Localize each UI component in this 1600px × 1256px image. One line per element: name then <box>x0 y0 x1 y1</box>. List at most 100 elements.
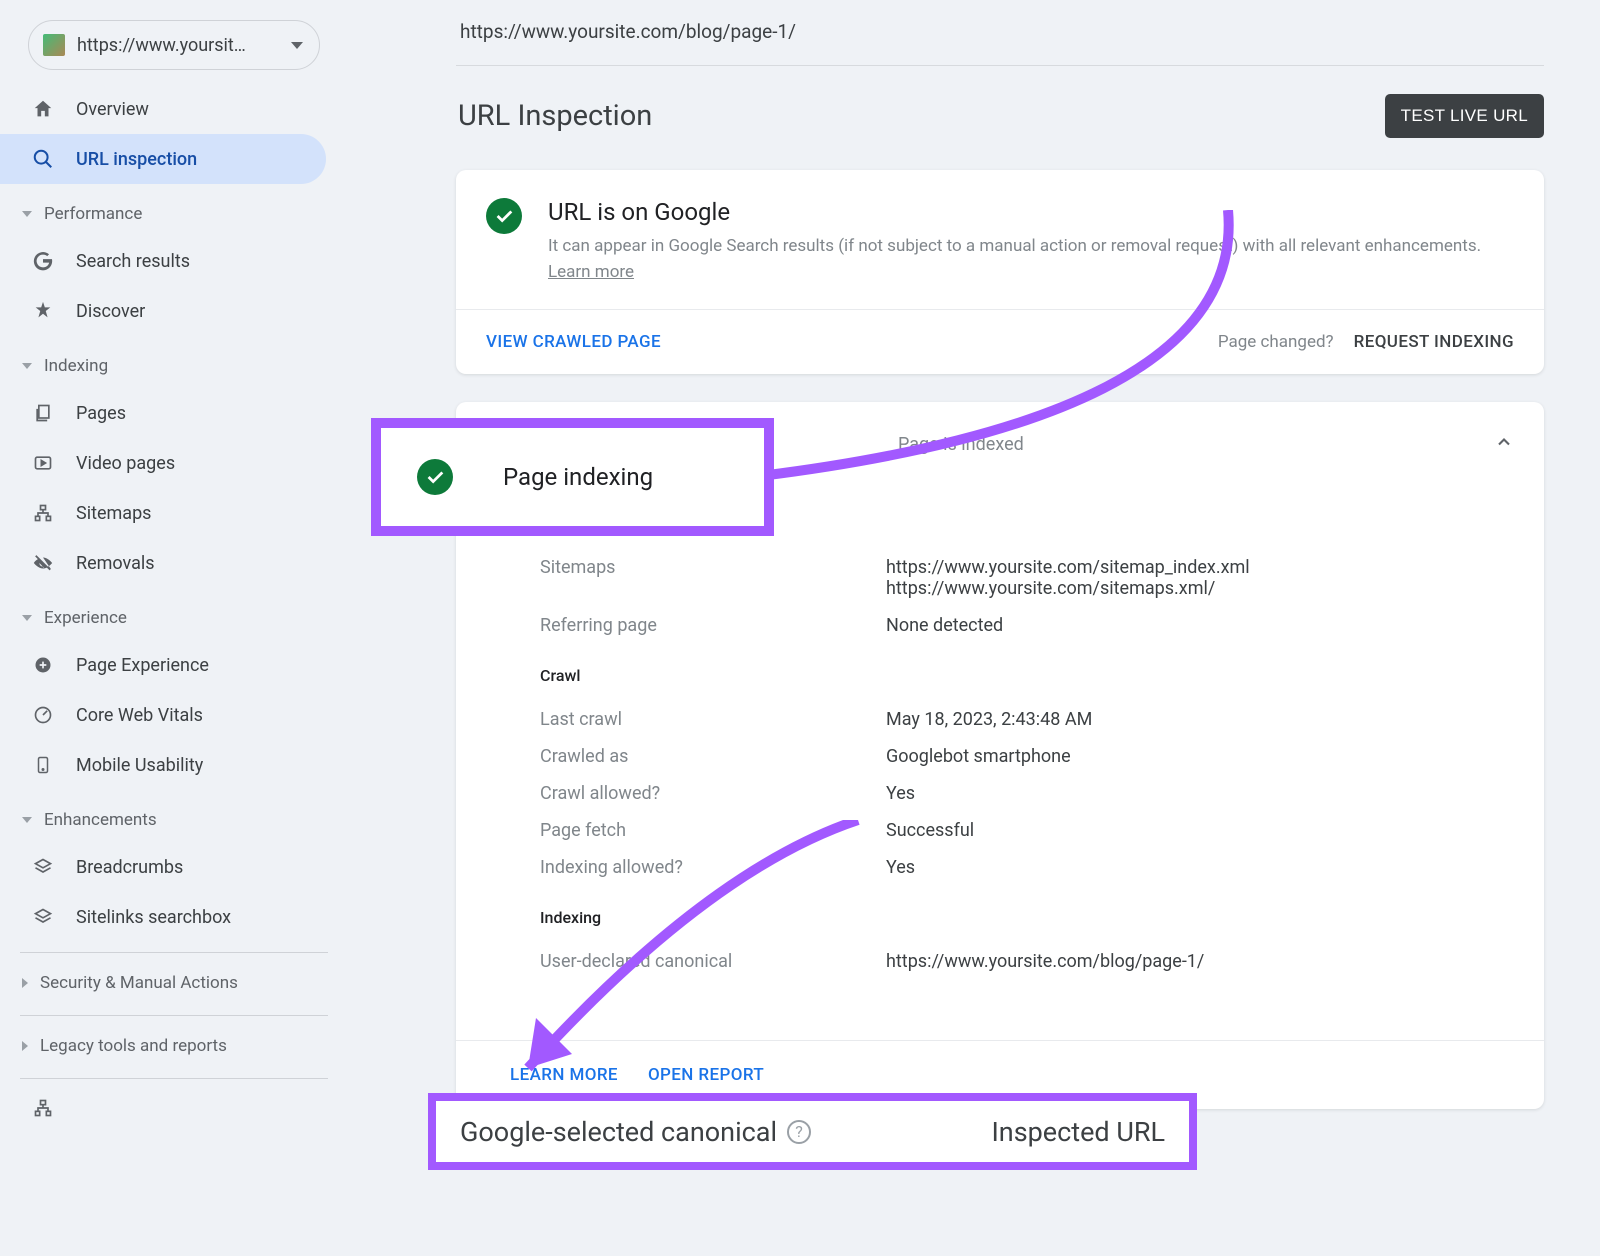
nav-label: URL inspection <box>76 149 197 170</box>
nav-group-enhancements[interactable]: Enhancements <box>0 798 348 842</box>
property-url: https://www.yoursit… <box>77 35 281 56</box>
status-desc: It can appear in Google Search results (… <box>548 234 1514 285</box>
sitemap-icon <box>30 500 56 526</box>
sidebar-item-discover[interactable]: Discover <box>0 286 326 336</box>
speed-icon <box>30 702 56 728</box>
page-fetch-label: Page fetch <box>540 820 886 841</box>
referring-value: None detected <box>886 615 1003 636</box>
check-circle-icon <box>486 198 522 234</box>
status-title: URL is on Google <box>548 198 1514 226</box>
sidebar-item-video-pages[interactable]: Video pages <box>0 438 326 488</box>
search-icon <box>30 146 56 172</box>
nav-group-performance[interactable]: Performance <box>0 192 348 236</box>
divider <box>20 1015 328 1016</box>
nav-label: Breadcrumbs <box>76 857 183 878</box>
crawl-heading: Crawl <box>540 666 1514 685</box>
nav-group-indexing[interactable]: Indexing <box>0 344 348 388</box>
inspected-url[interactable]: https://www.yoursite.com/blog/page-1/ <box>456 14 1544 66</box>
sidebar: https://www.yoursit… Overview URL inspec… <box>0 0 348 1256</box>
sidebar-item-search-results[interactable]: Search results <box>0 236 326 286</box>
open-report-button[interactable]: OPEN REPORT <box>648 1065 764 1085</box>
circle-plus-icon <box>30 652 56 678</box>
link-icon <box>30 1095 56 1121</box>
chevron-right-icon <box>22 978 28 988</box>
referring-label: Referring page <box>540 615 886 636</box>
crawled-as-label: Crawled as <box>540 746 886 767</box>
learn-more-link[interactable]: Learn more <box>548 262 634 282</box>
nav-label: Overview <box>76 99 149 120</box>
divider <box>20 1078 328 1079</box>
sidebar-item-mobile-usability[interactable]: Mobile Usability <box>0 740 326 790</box>
user-canonical-value: https://www.yoursite.com/blog/page-1/ <box>886 951 1204 972</box>
user-canonical-label: User-declared canonical <box>540 951 886 972</box>
nav-label: Video pages <box>76 453 175 474</box>
help-icon: ? <box>787 1120 811 1144</box>
main-content: https://www.yoursite.com/blog/page-1/ UR… <box>348 0 1600 1256</box>
annotation-highlight-content: Google-selected canonical? Inspected URL <box>436 1101 1189 1162</box>
home-icon <box>30 96 56 122</box>
nav-label: Core Web Vitals <box>76 705 203 726</box>
sidebar-item-url-inspection[interactable]: URL inspection <box>0 134 326 184</box>
section-title: Page indexing <box>548 430 698 458</box>
last-crawl-value: May 18, 2023, 2:43:48 AM <box>886 709 1092 730</box>
sidebar-item-page-experience[interactable]: Page Experience <box>0 640 326 690</box>
video-icon <box>30 450 56 476</box>
chevron-down-icon <box>22 363 32 369</box>
nav-label: Removals <box>76 553 155 574</box>
nav-label: Mobile Usability <box>76 755 203 776</box>
crawled-as-value: Googlebot smartphone <box>886 746 1071 767</box>
test-live-url-button[interactable]: TEST LIVE URL <box>1385 94 1544 138</box>
layers-icon <box>30 854 56 880</box>
sidebar-item-core-web-vitals[interactable]: Core Web Vitals <box>0 690 326 740</box>
learn-more-button[interactable]: LEARN MORE <box>510 1065 618 1085</box>
indexing-allowed-label: Indexing allowed? <box>540 857 886 878</box>
nav-group-security[interactable]: Security & Manual Actions <box>0 961 348 1005</box>
page-title: URL Inspection <box>458 99 652 133</box>
nav-label: Sitemaps <box>76 503 151 524</box>
sidebar-item-breadcrumbs[interactable]: Breadcrumbs <box>0 842 326 892</box>
indexing-allowed-value: Yes <box>886 857 915 878</box>
chevron-down-icon <box>22 615 32 621</box>
sidebar-item-pages[interactable]: Pages <box>0 388 326 438</box>
chevron-down-icon <box>291 42 303 49</box>
page-indexing-card: Page indexing Page is indexed Discovery … <box>456 402 1544 1109</box>
crawl-allowed-label: Crawl allowed? <box>540 783 886 804</box>
nav-group-legacy[interactable]: Legacy tools and reports <box>0 1024 348 1068</box>
crawl-allowed-value: Yes <box>886 783 915 804</box>
view-crawled-page-button[interactable]: VIEW CRAWLED PAGE <box>486 332 661 352</box>
divider <box>20 952 328 953</box>
chevron-down-icon <box>22 211 32 217</box>
sidebar-item-sitemaps[interactable]: Sitemaps <box>0 488 326 538</box>
request-indexing-button[interactable]: REQUEST INDEXING <box>1354 332 1514 352</box>
mobile-icon <box>30 752 56 778</box>
star-icon <box>30 298 56 324</box>
sitemaps-value: https://www.yoursite.com/sitemap_index.x… <box>886 557 1250 599</box>
property-selector[interactable]: https://www.yoursit… <box>28 20 320 70</box>
chevron-up-icon <box>1494 432 1514 456</box>
nav-label: Pages <box>76 403 126 424</box>
chevron-right-icon <box>22 1041 28 1051</box>
google-icon <box>30 248 56 274</box>
indexing-heading: Indexing <box>540 908 1514 927</box>
nav-label: Page Experience <box>76 655 209 676</box>
sitemaps-label: Sitemaps <box>540 557 886 599</box>
discovery-heading: Discovery <box>540 514 1514 533</box>
page-fetch-value: Successful <box>886 820 974 841</box>
last-crawl-label: Last crawl <box>540 709 886 730</box>
nav-group-experience[interactable]: Experience <box>0 596 348 640</box>
pages-icon <box>30 400 56 426</box>
check-circle-icon <box>417 459 453 495</box>
indexing-status: Page is indexed <box>898 434 1024 455</box>
sidebar-item-removals[interactable]: Removals <box>0 538 326 588</box>
layers-icon <box>30 904 56 930</box>
visibility-off-icon <box>30 550 56 576</box>
sidebar-item-links[interactable] <box>0 1083 326 1133</box>
page-changed-label: Page changed? <box>1218 332 1334 352</box>
status-card: URL is on Google It can appear in Google… <box>456 170 1544 374</box>
nav-label: Discover <box>76 301 145 322</box>
check-circle-icon <box>486 426 522 462</box>
sidebar-item-sitelinks-searchbox[interactable]: Sitelinks searchbox <box>0 892 326 942</box>
page-indexing-header[interactable]: Page indexing Page is indexed <box>456 402 1544 486</box>
chevron-down-icon <box>22 817 32 823</box>
sidebar-item-overview[interactable]: Overview <box>0 84 326 134</box>
